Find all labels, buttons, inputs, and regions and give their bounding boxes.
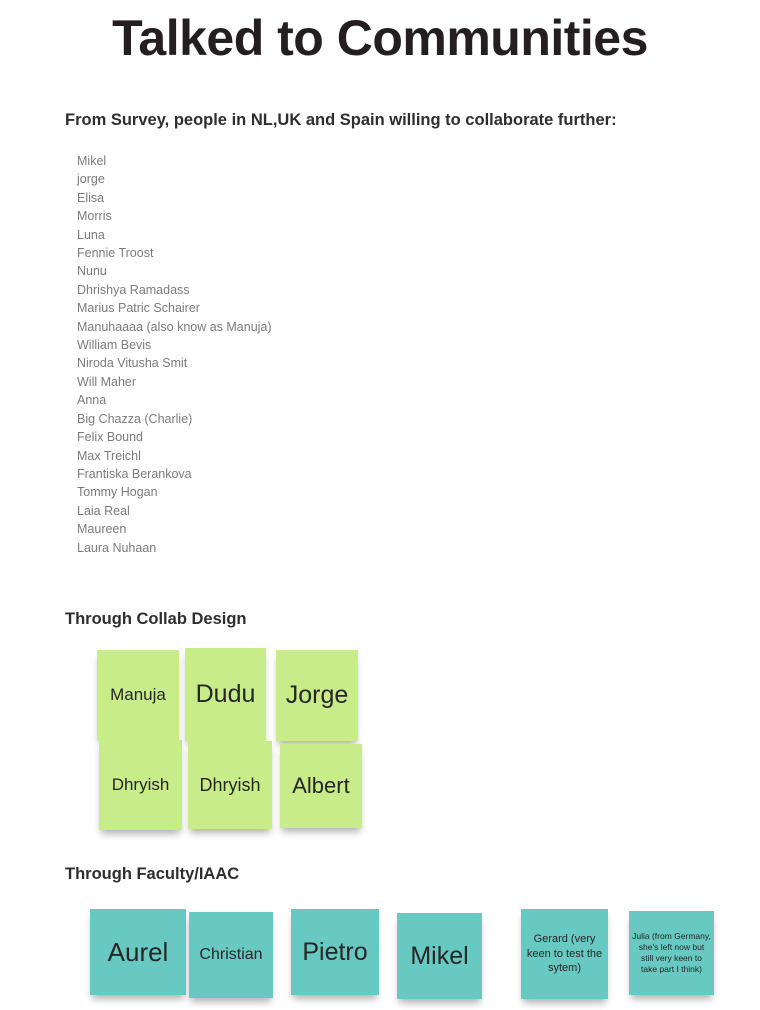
survey-name-item: Morris [77, 209, 112, 224]
sticky-note-label: Aurel [107, 936, 169, 967]
sticky-note[interactable]: Julia (from Germany, she's left now but … [629, 911, 714, 995]
sticky-note-label: Dhryish [111, 775, 170, 794]
sticky-note-label: Pietro [302, 937, 368, 966]
survey-name-item: Marius Patric Schairer [77, 301, 200, 316]
sticky-note-label: Manuja [110, 685, 166, 704]
sticky-note[interactable]: Dudu [185, 648, 266, 741]
survey-name-item: jorge [77, 172, 105, 187]
survey-name-list: Mikel jorge Elisa Morris Luna Fennie Troost Nu… [77, 152, 497, 557]
sticky-note[interactable]: Pietro [291, 909, 379, 995]
survey-name-item: Frantiska Berankova [77, 466, 192, 481]
sticky-note-label: Mikel [410, 941, 469, 970]
sticky-note[interactable]: Dhryish [99, 740, 182, 830]
survey-name-item: Will Maher [77, 374, 137, 389]
sticky-note-label: Dudu [195, 680, 256, 708]
survey-name-item: Laura Nuhaan [77, 540, 157, 555]
survey-name-item: Big Chazza (Charlie) [77, 411, 193, 426]
sticky-note[interactable]: Jorge [276, 650, 358, 741]
sticky-note[interactable]: Dhryish [188, 741, 272, 829]
slide-page: Talked to Communities From Survey, peopl… [0, 0, 760, 1010]
sticky-note[interactable]: Albert [280, 744, 362, 828]
sticky-note[interactable]: Gerard (very keen to test the sytem) [521, 909, 608, 999]
survey-name-item: Tommy Hogan [77, 485, 158, 500]
page-title: Talked to Communities [112, 10, 648, 66]
survey-name-item: Nunu [77, 264, 107, 279]
survey-name-item: Anna [77, 393, 107, 408]
survey-name-item: Manuhaaaa (also know as Manuja) [77, 319, 272, 334]
survey-name-item: Niroda Vitusha Smit [77, 356, 188, 371]
survey-name-item: Laia Real [77, 503, 130, 518]
section-heading-collab-design: Through Collab Design [65, 610, 247, 628]
sticky-note-label: Dhryish [199, 774, 261, 795]
sticky-note[interactable]: Christian [189, 912, 273, 998]
sticky-note-label: Julia (from Germany, she's left now but … [632, 930, 711, 975]
survey-name-item: Maureen [77, 522, 127, 537]
survey-subtitle: From Survey, people in NL,UK and Spain w… [65, 111, 617, 129]
sticky-note[interactable]: Manuja [97, 650, 179, 740]
sticky-note[interactable]: Aurel [90, 909, 186, 995]
survey-name-item: Felix Bound [77, 430, 144, 445]
sticky-note-label: Christian [199, 946, 263, 963]
survey-name-item: Max Treichl [77, 448, 141, 463]
survey-name-item: Elisa [77, 190, 105, 205]
section-heading-faculty-iaac: Through Faculty/IAAC [65, 865, 240, 883]
sticky-note-label: Jorge [285, 681, 349, 709]
sticky-note-label: Albert [292, 773, 350, 798]
survey-name-item: Fennie Troost [77, 246, 154, 261]
sticky-note[interactable]: Mikel [397, 913, 482, 999]
survey-name-item: William Bevis [77, 338, 152, 353]
survey-name-item: Luna [77, 227, 105, 242]
survey-name-item: Mikel [77, 154, 107, 168]
sticky-note-label: Gerard (very keen to test the sytem) [526, 933, 603, 975]
survey-name-item: Dhrishya Ramadass [77, 282, 190, 297]
